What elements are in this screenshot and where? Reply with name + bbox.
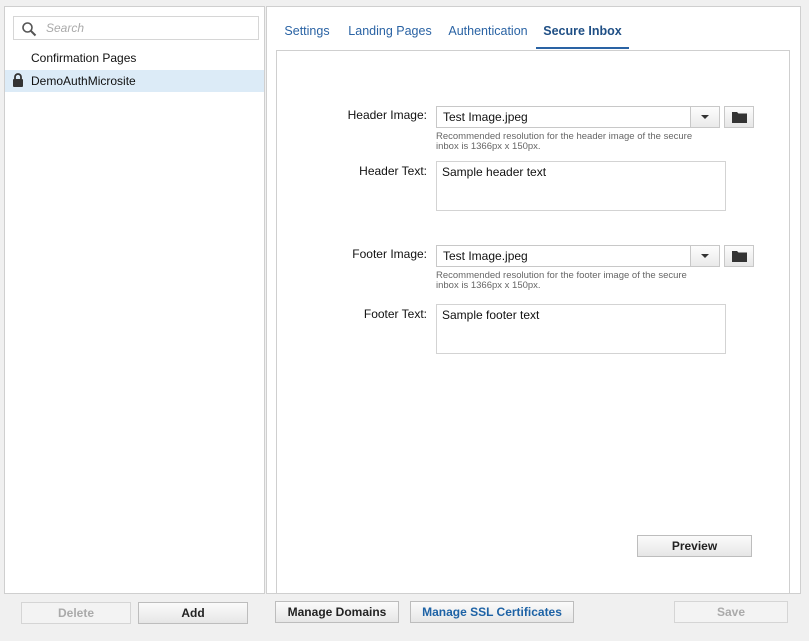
footer-image-label: Footer Image: (352, 247, 427, 261)
preview-button[interactable]: Preview (637, 535, 752, 557)
header-text-field[interactable]: Sample header text (436, 161, 726, 211)
list-item-demoauthmicrosite[interactable]: DemoAuthMicrosite (5, 70, 264, 92)
footer-text-field[interactable]: Sample footer text (436, 304, 726, 354)
header-image-browse-button[interactable] (724, 106, 754, 128)
settings-area: Settings Landing Pages Authentication Se… (266, 6, 801, 594)
folder-icon (732, 112, 747, 123)
folder-icon (732, 251, 747, 262)
header-image-hint: Recommended resolution for the header im… (436, 131, 693, 152)
add-button[interactable]: Add (138, 602, 248, 624)
search-input[interactable] (44, 19, 254, 37)
header-image-value: Test Image.jpeg (443, 110, 528, 124)
header-image-select[interactable]: Test Image.jpeg (436, 106, 720, 128)
tab-secure-inbox[interactable]: Secure Inbox (536, 17, 629, 49)
footer-text-label: Footer Text: (363, 307, 427, 321)
search-box[interactable] (13, 16, 259, 40)
save-button[interactable]: Save (674, 601, 788, 623)
footer-image-select[interactable]: Test Image.jpeg (436, 245, 720, 267)
chevron-down-icon (701, 254, 709, 258)
chevron-down-icon (701, 115, 709, 119)
header-image-dropdown[interactable] (690, 107, 719, 127)
tab-settings[interactable]: Settings (276, 17, 338, 49)
footer-image-browse-button[interactable] (724, 245, 754, 267)
footer-image-value: Test Image.jpeg (443, 249, 528, 263)
header-text-label: Header Text: (359, 164, 427, 178)
secure-inbox-panel: Header Image: Test Image.jpeg Recommende… (276, 50, 790, 594)
tab-landing-pages[interactable]: Landing Pages (343, 17, 437, 49)
list-item-confirmation-pages[interactable]: Confirmation Pages (5, 47, 264, 69)
delete-button[interactable]: Delete (21, 602, 131, 624)
list-item-label: Confirmation Pages (31, 51, 137, 65)
left-button-bar: Delete Add (4, 594, 265, 634)
footer-image-hint: Recommended resolution for the footer im… (436, 270, 687, 291)
site-list-panel: Confirmation Pages DemoAuthMicrosite (4, 6, 265, 594)
list-item-label: DemoAuthMicrosite (31, 74, 136, 88)
search-icon (22, 22, 37, 37)
tab-authentication[interactable]: Authentication (443, 17, 533, 49)
footer-image-dropdown[interactable] (690, 246, 719, 266)
manage-ssl-certificates-button[interactable]: Manage SSL Certificates (410, 601, 574, 623)
header-image-label: Header Image: (347, 108, 427, 122)
lock-icon (13, 73, 23, 87)
manage-domains-button[interactable]: Manage Domains (275, 601, 399, 623)
